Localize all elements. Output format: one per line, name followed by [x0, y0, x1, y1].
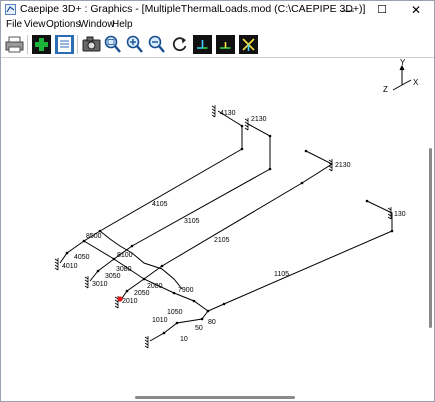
- view-top-icon[interactable]: [215, 34, 236, 55]
- toolbar: [1, 32, 434, 58]
- vertical-scroll-thumb[interactable]: [429, 148, 432, 328]
- horizontal-scroll-thumb[interactable]: [135, 396, 295, 399]
- vertical-scrollbar[interactable]: [428, 58, 433, 396]
- minimize-button[interactable]: —: [331, 1, 365, 18]
- window-title: Caepipe 3D+ : Graphics - [MultipleTherma…: [20, 3, 366, 15]
- node-label: 3105: [184, 218, 200, 225]
- node-label: 1050: [167, 309, 183, 316]
- minimize-icon: —: [342, 2, 354, 17]
- node-label: 3080: [116, 266, 132, 273]
- view-front-icon[interactable]: [192, 34, 213, 55]
- horizontal-scrollbar[interactable]: [2, 395, 428, 400]
- node-label: 3050: [105, 273, 121, 280]
- menu-bar: File View Options Window Help: [1, 18, 434, 31]
- menu-view[interactable]: View: [24, 18, 46, 31]
- z-axis-label: Z: [383, 85, 388, 94]
- rotate-icon[interactable]: [169, 34, 190, 55]
- title-bar: Caepipe 3D+ : Graphics - [MultipleTherma…: [1, 1, 434, 18]
- node-label: 2130: [251, 116, 267, 123]
- node-labels: 4130 2130 2130 4105 3105 130 2105 8500 4…: [62, 110, 406, 343]
- node-label: 50: [195, 325, 203, 332]
- node-label: 1105: [274, 271, 289, 278]
- model-icon[interactable]: [31, 34, 52, 55]
- app-icon: [5, 4, 16, 15]
- camera-icon[interactable]: [81, 34, 102, 55]
- node-label: 2010: [122, 298, 138, 305]
- node-label: 2080: [147, 283, 163, 290]
- close-icon: ✕: [410, 2, 422, 17]
- zoom-in-icon[interactable]: [124, 34, 145, 55]
- node-label: 2050: [134, 290, 150, 297]
- node-label: 4050: [74, 254, 90, 261]
- node-label: 4130: [220, 110, 236, 117]
- close-button[interactable]: ✕: [399, 1, 433, 18]
- node-label: 80: [208, 319, 216, 326]
- node-label: 8100: [117, 252, 133, 259]
- node-label: 10: [180, 336, 188, 343]
- maximize-button[interactable]: ☐: [365, 1, 399, 18]
- node-label: 8500: [86, 233, 102, 240]
- zoom-out-icon[interactable]: [146, 34, 167, 55]
- list-icon[interactable]: [54, 34, 75, 55]
- menu-window[interactable]: Window: [79, 18, 115, 31]
- application-window: Caepipe 3D+ : Graphics - [MultipleTherma…: [0, 0, 435, 402]
- node-label: 3010: [92, 281, 108, 288]
- menu-options[interactable]: Options: [46, 18, 80, 31]
- node-label: 1010: [152, 317, 168, 324]
- node-label: 130: [394, 211, 406, 218]
- maximize-icon: ☐: [377, 4, 387, 16]
- menu-file[interactable]: File: [6, 18, 22, 31]
- node-label: 4010: [62, 263, 78, 270]
- menu-help[interactable]: Help: [112, 18, 133, 31]
- node-label: 7900: [178, 287, 194, 294]
- x-axis-label: X: [413, 78, 419, 87]
- toolbar-separator: [27, 35, 28, 54]
- anchor-supports: [54, 105, 392, 349]
- print-icon[interactable]: [4, 34, 25, 55]
- toolbar-separator: [77, 35, 78, 54]
- node-label: 4105: [152, 201, 168, 208]
- pipe-model: [59, 110, 393, 342]
- node-label: 2105: [214, 237, 230, 244]
- coordinate-axes: [392, 64, 412, 91]
- view-side-icon[interactable]: [238, 34, 259, 55]
- graphics-canvas[interactable]: Y Z X 4130 2130 2130 4105 3105 130 2105 …: [2, 58, 433, 396]
- zoom-window-icon[interactable]: [102, 34, 123, 55]
- node-label: 2130: [335, 162, 351, 169]
- y-axis-label: Y: [400, 58, 406, 67]
